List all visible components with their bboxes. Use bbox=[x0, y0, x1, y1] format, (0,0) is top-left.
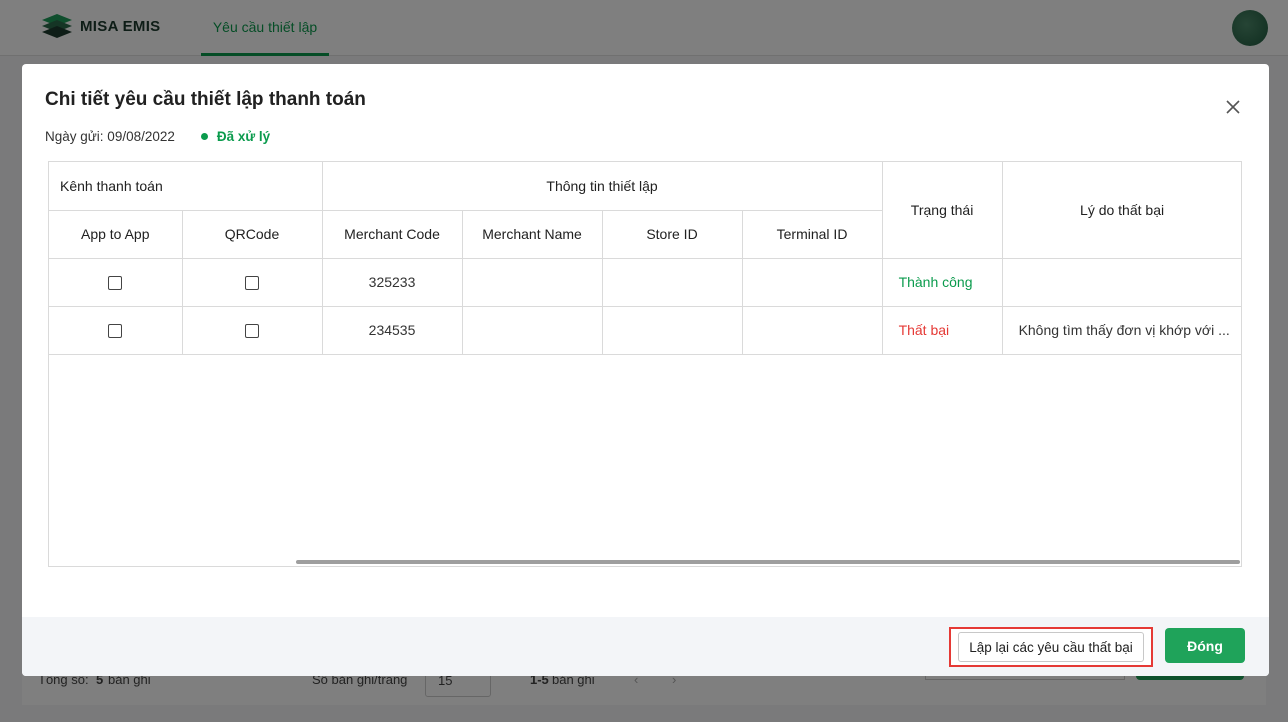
reason-cell: Không tìm thấy đơn vị khớp với ... bbox=[1002, 306, 1241, 355]
app-to-app-checkbox[interactable] bbox=[108, 276, 123, 291]
sent-date: Ngày gửi: 09/08/2022 bbox=[45, 129, 175, 144]
header-store-id: Store ID bbox=[602, 210, 743, 259]
retry-highlight: Lập lại các yêu cầu thất bại bbox=[949, 627, 1153, 667]
store-id-cell bbox=[602, 258, 743, 307]
header-qrcode: QRCode bbox=[182, 210, 323, 259]
header-info-group: Thông tin thiết lập bbox=[322, 162, 883, 211]
qrcode-checkbox[interactable] bbox=[245, 276, 259, 291]
store-id-cell bbox=[602, 306, 743, 355]
header-channel-group: Kênh thanh toán bbox=[49, 162, 323, 211]
terminal-id-cell bbox=[742, 306, 883, 355]
table-row: 234535 Thất bại Không tìm thấy đơn vị kh… bbox=[49, 306, 1241, 355]
status-cell: Thành công bbox=[882, 258, 1003, 307]
header-merchant-name: Merchant Name bbox=[462, 210, 603, 259]
dialog-meta: Ngày gửi: 09/08/2022 Đã xử lý bbox=[45, 129, 270, 144]
close-button[interactable]: Đóng bbox=[1165, 628, 1245, 663]
reason-cell bbox=[1002, 258, 1241, 307]
horizontal-scrollbar[interactable] bbox=[296, 560, 1240, 564]
merchant-name-cell bbox=[462, 306, 603, 355]
close-icon[interactable] bbox=[1222, 96, 1244, 118]
setup-table: Kênh thanh toán Thông tin thiết lập Trạn… bbox=[48, 161, 1242, 567]
table-row: 325233 Thành công bbox=[49, 258, 1241, 307]
status-cell: Thất bại bbox=[882, 306, 1003, 355]
status-dot-icon bbox=[200, 133, 208, 140]
app-to-app-checkbox[interactable] bbox=[108, 324, 123, 339]
terminal-id-cell bbox=[742, 258, 883, 307]
header-reason: Lý do thất bại bbox=[1002, 162, 1241, 259]
merchant-code-cell: 234535 bbox=[322, 306, 463, 355]
qrcode-checkbox[interactable] bbox=[245, 324, 259, 339]
header-merchant-code: Merchant Code bbox=[322, 210, 463, 259]
setup-detail-dialog: Chi tiết yêu cầu thiết lập thanh toán Ng… bbox=[22, 64, 1269, 676]
merchant-name-cell bbox=[462, 258, 603, 307]
merchant-code-cell: 325233 bbox=[322, 258, 463, 307]
status-badge: Đã xử lý bbox=[216, 129, 271, 144]
header-status: Trạng thái bbox=[882, 162, 1003, 259]
header-app-to-app: App to App bbox=[49, 210, 183, 259]
dialog-title: Chi tiết yêu cầu thiết lập thanh toán bbox=[45, 89, 366, 110]
header-terminal-id: Terminal ID bbox=[742, 210, 883, 259]
retry-failed-button[interactable]: Lập lại các yêu cầu thất bại bbox=[958, 632, 1144, 662]
